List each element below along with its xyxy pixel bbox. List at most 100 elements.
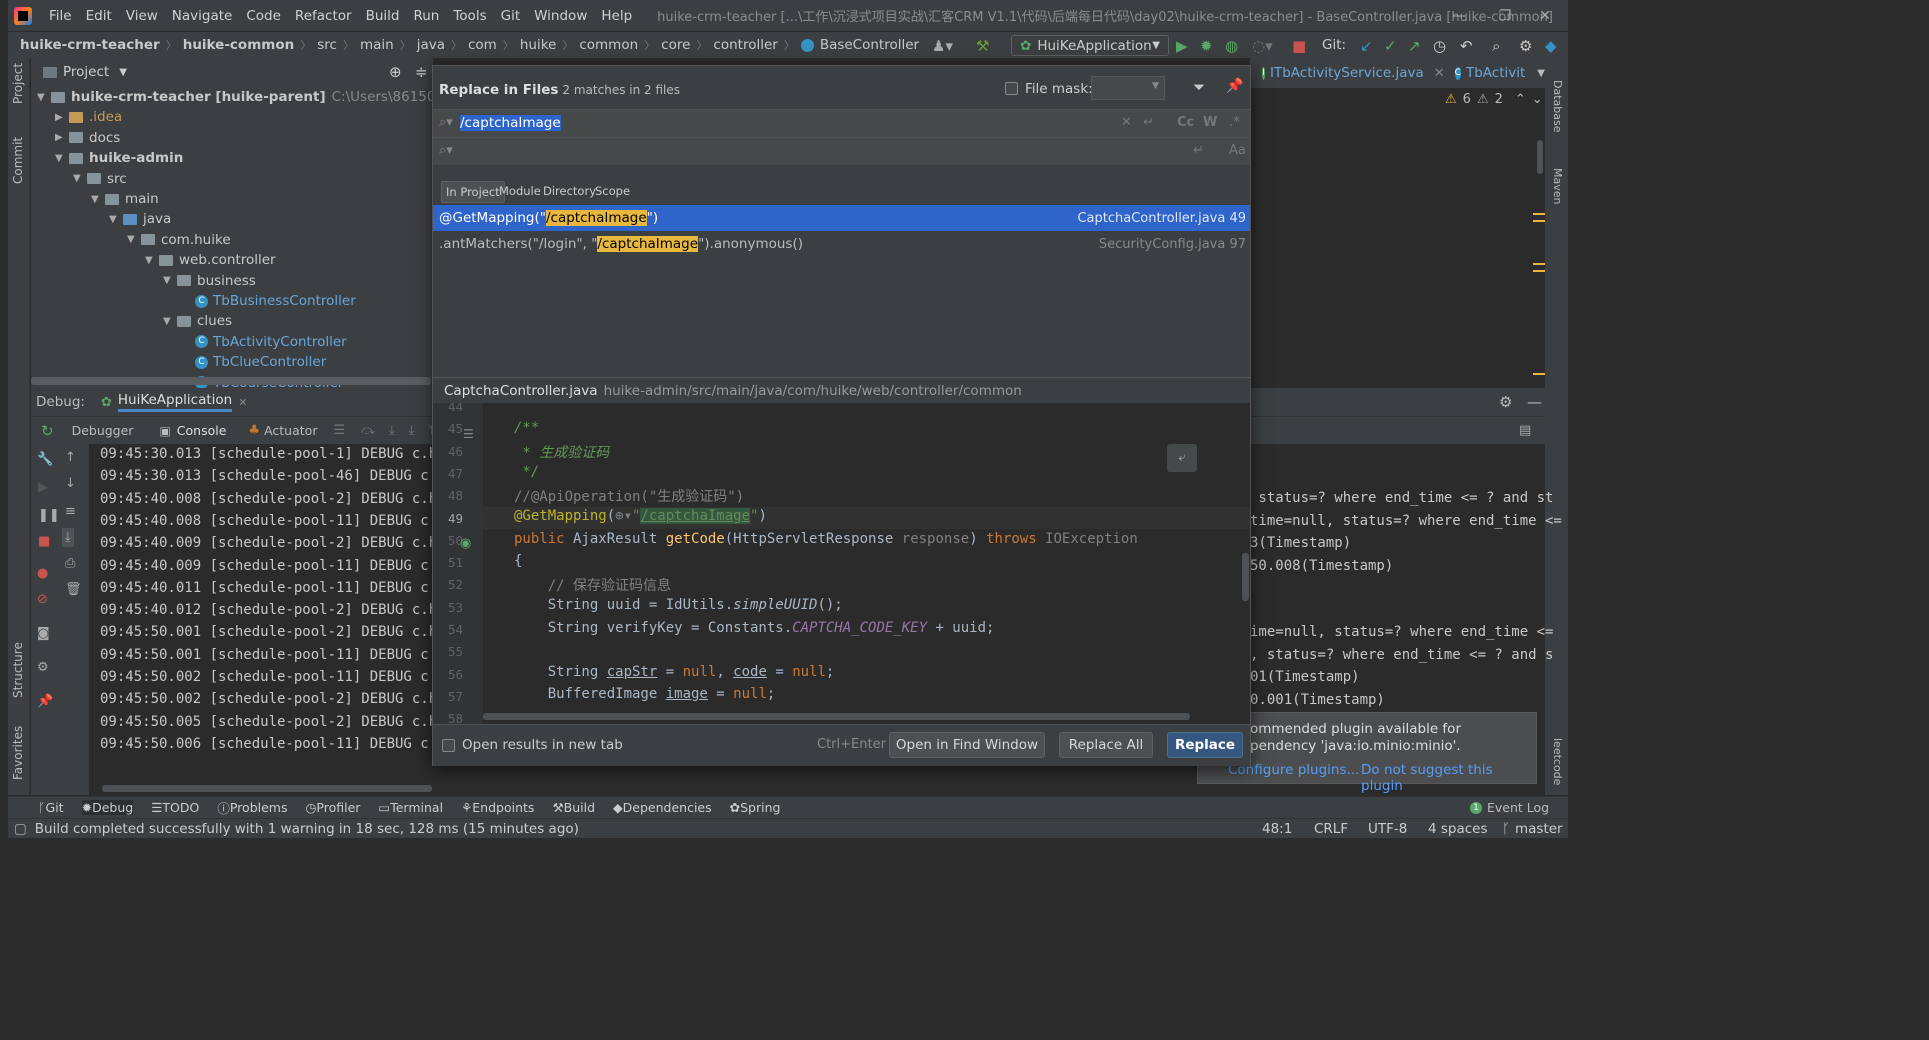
open-new-tab-checkbox[interactable] (442, 739, 455, 752)
search-input[interactable]: /captchaImage (460, 115, 561, 131)
tree-row[interactable]: ▼ business (163, 271, 256, 291)
tree-row[interactable]: ▼ web.controller (145, 250, 276, 270)
endpoint-gutter-icon[interactable]: ◉ (460, 536, 471, 551)
pin-icon[interactable]: 📌 (37, 694, 53, 709)
camera-icon[interactable]: ◙ (37, 626, 50, 641)
scope-module[interactable]: Module (495, 181, 545, 201)
breadcrumb-item[interactable]: huike-crm-teacher (20, 37, 160, 53)
chevron-down-icon[interactable]: ▼ (55, 153, 69, 164)
step-into-icon[interactable]: ⤓ (389, 423, 395, 438)
tool-tab-dependencies[interactable]: ◆ Dependencies (613, 800, 712, 815)
file-mask-input[interactable]: ▼ (1091, 76, 1165, 100)
threads-icon[interactable]: ☰ (333, 423, 345, 438)
prev-highlight-icon[interactable]: ⌃ (1515, 92, 1526, 107)
result-row[interactable]: .antMatchers("/login", "/captchaImage ").… (433, 231, 1250, 257)
tree-row[interactable]: ▼ main (91, 189, 159, 209)
tool-tab-build[interactable]: ⚒ Build (552, 800, 595, 815)
whole-words-toggle[interactable]: W (1203, 115, 1217, 130)
replace-field[interactable]: ⌕▾ ↵ Aa (433, 137, 1250, 165)
toolbox-icon[interactable]: ◆ (1545, 37, 1557, 55)
maven-tool-tab[interactable]: Maven (1551, 168, 1564, 204)
new-line-icon[interactable]: ↵ (1193, 143, 1204, 158)
wrench-icon[interactable]: 🔧 (37, 452, 53, 467)
tool-tab-todo[interactable]: ☰ TODO (151, 800, 199, 815)
scroll-to-end-icon[interactable]: ⤓ (62, 528, 74, 547)
chevron-down-icon[interactable]: ▼ (163, 316, 177, 327)
tool-tab-debug[interactable]: ✹ Debug (81, 800, 134, 815)
menu-git[interactable]: Git (494, 8, 528, 24)
breadcrumb-item[interactable]: huike-common (183, 37, 295, 53)
database-tool-tab[interactable]: Database (1551, 80, 1564, 133)
horizontal-scrollbar[interactable] (31, 377, 431, 385)
settings-gear-icon[interactable]: ⚙ (37, 660, 49, 675)
chevron-down-icon[interactable]: ▼ (73, 173, 87, 184)
error-stripe-mark[interactable] (1533, 220, 1545, 222)
view-breakpoints-icon[interactable]: ● (37, 566, 48, 581)
coverage-icon[interactable]: ◍ (1225, 37, 1238, 55)
menu-help[interactable]: Help (594, 8, 639, 24)
tree-row[interactable]: C TbClueController (181, 352, 326, 372)
menu-code[interactable]: Code (239, 8, 288, 24)
file-mask-checkbox[interactable] (1005, 82, 1018, 95)
chevron-right-icon[interactable]: ▶ (55, 112, 69, 123)
scope-scope[interactable]: Scope (591, 181, 634, 201)
tree-row[interactable]: ▼ huike-crm-teacher [huike-parent] C:\User… (37, 87, 500, 107)
replace-button[interactable]: Replace (1167, 732, 1243, 758)
clear-icon[interactable]: ✕ (1121, 115, 1132, 130)
history-icon[interactable]: ◷ (1433, 37, 1446, 55)
print-icon[interactable]: ⎙ (65, 556, 75, 571)
close-tab-icon[interactable]: ✕ (1434, 66, 1445, 81)
tree-row[interactable]: C TbBusinessController (181, 291, 356, 311)
chevron-down-icon[interactable]: ▼ (1537, 68, 1545, 79)
minimize-button[interactable]: — (1436, 0, 1482, 31)
favorites-tool-tab[interactable]: Favorites (11, 726, 25, 780)
editor-tab-tbactivity[interactable]: TbActivit (1466, 65, 1525, 81)
menu-navigate[interactable]: Navigate (165, 8, 240, 24)
menu-edit[interactable]: Edit (79, 8, 119, 24)
tree-row[interactable]: ▶ .idea (55, 107, 122, 127)
breadcrumb-item[interactable]: BaseController (800, 37, 919, 53)
layout-icon[interactable]: ▤ (1519, 423, 1531, 438)
git-commit-icon[interactable]: ✓ (1384, 37, 1397, 55)
menu-build[interactable]: Build (359, 8, 407, 24)
error-stripe-mark[interactable] (1533, 263, 1545, 265)
file-encoding[interactable]: UTF-8 (1368, 821, 1407, 837)
breadcrumb-item[interactable]: common (579, 37, 638, 53)
hide-panel-icon[interactable]: — (1527, 393, 1542, 411)
breadcrumb-item[interactable]: main (360, 37, 394, 53)
open-in-find-window-button[interactable]: Open in Find Window (889, 732, 1045, 758)
pause-icon[interactable]: ❚❚ (38, 508, 60, 523)
preview-h-scrollbar[interactable] (483, 713, 1190, 720)
breadcrumb-item[interactable]: controller (713, 37, 777, 53)
debug-session-tab[interactable]: HuiKeApplication (117, 392, 233, 412)
mute-breakpoints-icon[interactable]: ⊘ (37, 592, 48, 607)
clear-all-icon[interactable]: 🗑 (65, 582, 82, 597)
chevron-down-icon[interactable]: ▼ (145, 255, 159, 266)
editor-tab-itbactivityservice[interactable]: ITbActivityService.java (1270, 65, 1424, 81)
line-separator[interactable]: CRLF (1314, 821, 1348, 837)
chevron-down-icon[interactable]: ▼ (37, 92, 51, 103)
close-window-button[interactable]: ✕ (1522, 0, 1568, 31)
breadcrumb-item[interactable]: com (468, 37, 497, 53)
run-config-dropdown[interactable]: ✿ HuiKeApplication ▼ (1011, 35, 1169, 56)
tab-debugger[interactable]: Debugger (72, 423, 134, 438)
tree-row[interactable]: C TbActivityController (181, 332, 347, 352)
resume-icon[interactable]: ▶ (38, 480, 48, 495)
caret-position[interactable]: 48:1 (1262, 821, 1292, 837)
collapse-icon[interactable]: ≑ (415, 63, 428, 81)
tree-row[interactable]: ▼ com.huike (127, 230, 231, 250)
tool-tab-git[interactable]: ᚴ Git (38, 800, 64, 815)
do-not-suggest-link[interactable]: Do not suggest this plugin (1361, 762, 1536, 794)
user-icon[interactable]: ♟▾ (932, 37, 953, 55)
indent-setting[interactable]: 4 spaces (1428, 821, 1488, 837)
soft-wrap-icon[interactable]: ≡ (65, 504, 76, 519)
tool-tab-problems[interactable]: ⓘ Problems (217, 798, 287, 817)
force-step-into-icon[interactable]: ⤓ (409, 423, 415, 438)
tree-row[interactable]: ▶ docs (55, 128, 120, 148)
chevron-down-icon[interactable]: ▼ (127, 234, 141, 245)
menu-tools[interactable]: Tools (446, 8, 493, 24)
settings-gear-icon[interactable]: ⚙ (1499, 393, 1512, 411)
tab-actuator[interactable]: Actuator (264, 423, 317, 438)
git-push-icon[interactable]: ↗ (1408, 37, 1421, 55)
tool-tab-spring[interactable]: ✿ Spring (730, 800, 781, 815)
